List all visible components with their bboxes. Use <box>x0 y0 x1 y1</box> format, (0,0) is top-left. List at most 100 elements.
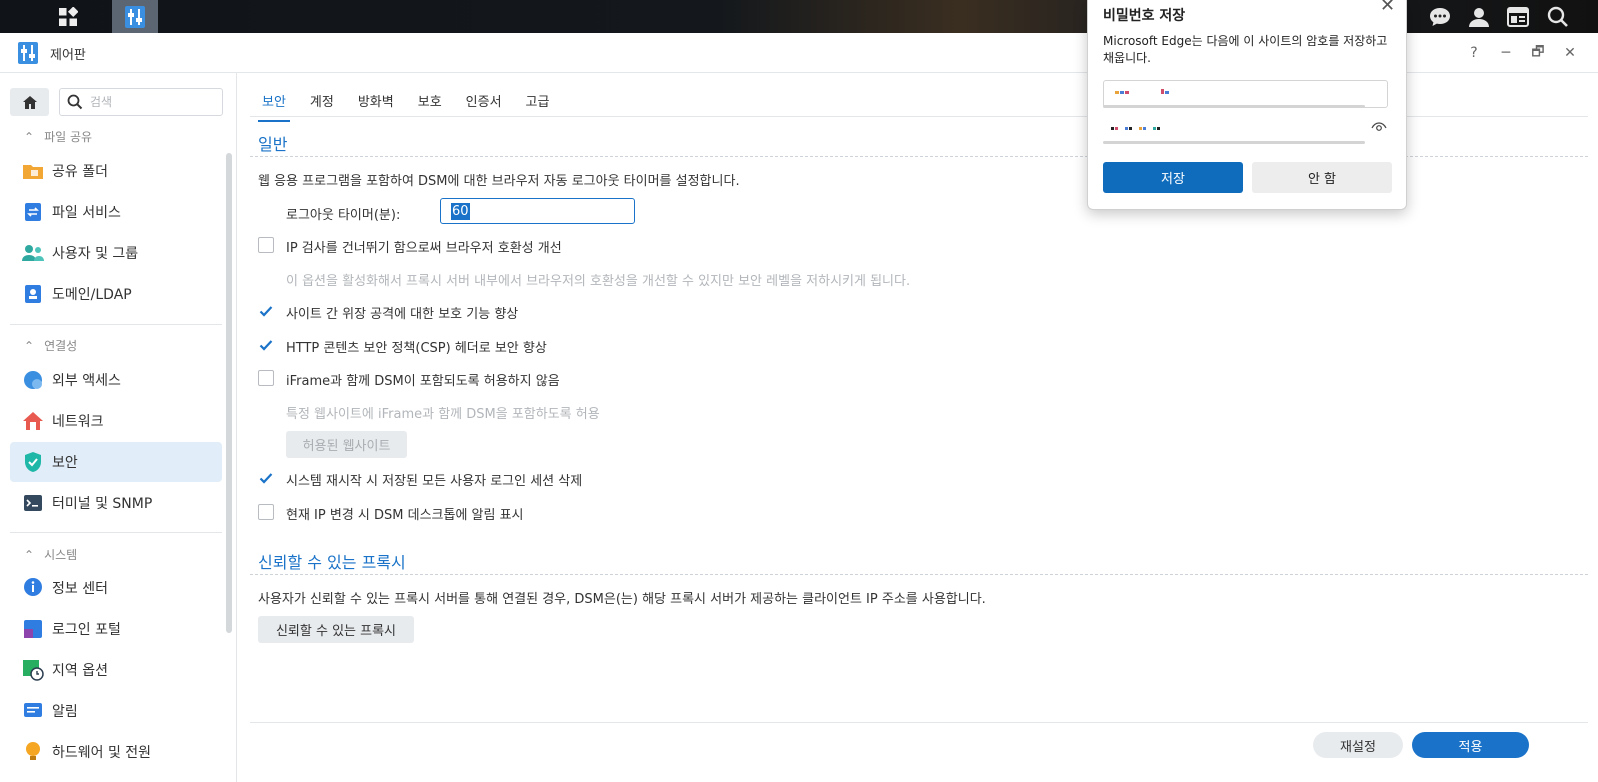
tab-bar: 보안 계정 방화벽 보호 인증서 고급 <box>250 88 562 122</box>
section-title-trusted-proxy: 신뢰할 수 있는 프록시 <box>258 553 406 572</box>
password-underline <box>1103 141 1365 144</box>
sidebar: ⌃ 파일 공유 공유 폴더 파일 서비스 사용자 및 그룹 도메인/LDAP ⌃… <box>0 73 237 782</box>
checkmark-icon <box>259 340 273 351</box>
proxy-description: 사용자가 신뢰할 수 있는 프록시 서버를 통해 연결된 경우, DSM은(는)… <box>258 592 986 607</box>
search-input[interactable] <box>88 92 217 112</box>
info-icon <box>22 577 44 599</box>
iframe-label: iFrame과 함께 DSM이 포함되도록 허용하지 않음 <box>286 374 560 389</box>
tab-advanced[interactable]: 고급 <box>514 88 562 118</box>
tab-account[interactable]: 계정 <box>298 88 346 118</box>
apps-grid-icon[interactable] <box>45 0 91 33</box>
save-password-button[interactable]: 저장 <box>1103 162 1243 193</box>
help-button[interactable]: ? <box>1463 42 1485 64</box>
maximize-button[interactable]: 🗗 <box>1527 42 1549 64</box>
ip-check-checkbox[interactable] <box>258 237 274 253</box>
widget-icon[interactable] <box>1498 0 1538 33</box>
allowed-websites-button[interactable]: 허용된 웹사이트 <box>286 431 407 458</box>
sidebar-item-external-access[interactable]: 외부 액세스 <box>10 360 222 400</box>
login-portal-icon <box>22 618 44 640</box>
username-field[interactable] <box>1103 80 1388 108</box>
popup-close-icon[interactable]: ✕ <box>1380 0 1395 16</box>
logout-timer-input[interactable]: 60 <box>440 198 635 224</box>
domain-icon <box>22 283 44 305</box>
ip-change-checkbox[interactable] <box>258 504 274 520</box>
logout-timer-value: 60 <box>451 203 470 220</box>
apply-button[interactable]: 적용 <box>1412 732 1529 758</box>
popup-description: Microsoft Edge는 다음에 이 사이트의 암호를 저장하고 채웁니다… <box>1103 34 1388 65</box>
show-password-eye-icon[interactable] <box>1371 121 1387 137</box>
csrf-checkbox[interactable] <box>258 303 274 319</box>
clear-sessions-label: 시스템 재시작 시 저장된 모든 사용자 로그인 세션 삭제 <box>286 474 583 489</box>
home-button[interactable] <box>10 88 49 116</box>
sidebar-item-notifications[interactable]: 알림 <box>10 691 222 731</box>
csp-label: HTTP 콘텐츠 보안 정책(CSP) 헤더로 보안 향상 <box>286 341 547 356</box>
chevron-up-icon: ⌃ <box>24 547 35 562</box>
ip-check-label: IP 검사를 건너뛰기 함으로써 브라우저 호환성 개선 <box>286 241 562 256</box>
sidebar-item-file-services[interactable]: 파일 서비스 <box>10 192 222 232</box>
section-file-sharing[interactable]: ⌃ 파일 공유 <box>24 128 92 145</box>
network-home-icon <box>22 410 44 432</box>
terminal-icon <box>22 492 44 514</box>
iframe-note: 특정 웹사이트에 iFrame과 함께 DSM을 포함하도록 허용 <box>286 407 600 422</box>
ip-check-note: 이 옵션을 활성화해서 프록시 서버 내부에서 브라우저의 호환성을 개선할 수… <box>286 274 911 289</box>
file-services-icon <box>22 201 44 223</box>
ip-change-label: 현재 IP 변경 시 DSM 데스크톱에 알림 표시 <box>286 508 524 523</box>
csrf-label: 사이트 간 위장 공격에 대한 보호 기능 향상 <box>286 307 519 322</box>
sidebar-item-domain-ldap[interactable]: 도메인/LDAP <box>10 274 222 314</box>
popup-title: 비밀번호 저장 <box>1103 8 1186 24</box>
trusted-proxy-button[interactable]: 신뢰할 수 있는 프록시 <box>258 616 414 643</box>
section-system[interactable]: ⌃ 시스템 <box>24 546 77 563</box>
never-save-button[interactable]: 안 함 <box>1252 162 1392 193</box>
search-box[interactable] <box>59 88 223 116</box>
search-icon[interactable] <box>1538 0 1578 33</box>
close-button[interactable]: ✕ <box>1559 42 1581 64</box>
chat-icon[interactable] <box>1420 0 1460 33</box>
sidebar-item-network[interactable]: 네트워크 <box>10 401 222 441</box>
section-connectivity[interactable]: ⌃ 연결성 <box>24 337 77 354</box>
tab-security[interactable]: 보안 <box>250 88 298 122</box>
password-field[interactable] <box>1103 116 1388 144</box>
tab-certificate[interactable]: 인증서 <box>454 88 514 118</box>
chevron-up-icon: ⌃ <box>24 129 35 144</box>
tab-firewall[interactable]: 방화벽 <box>346 88 406 118</box>
general-description: 웹 응용 프로그램을 포함하여 DSM에 대한 브라우저 자동 로그아웃 타이머… <box>258 174 740 189</box>
username-underline <box>1103 105 1365 108</box>
sidebar-item-shared-folder[interactable]: 공유 폴더 <box>10 151 222 191</box>
sidebar-item-regional-options[interactable]: 지역 옵션 <box>10 650 222 690</box>
divider <box>10 324 222 325</box>
section-title-general: 일반 <box>258 135 288 154</box>
footer-divider <box>250 722 1588 723</box>
search-icon <box>67 94 83 114</box>
save-password-popup: 비밀번호 저장 ✕ Microsoft Edge는 다음에 이 사이트의 암호를… <box>1087 0 1407 210</box>
sidebar-item-security[interactable]: 보안 <box>10 442 222 482</box>
notification-icon <box>22 700 44 722</box>
window-title: 제어판 <box>50 48 86 63</box>
external-access-icon <box>22 369 44 391</box>
checkmark-icon <box>259 473 273 484</box>
minimize-button[interactable]: ─ <box>1495 42 1517 64</box>
sidebar-item-users-groups[interactable]: 사용자 및 그룹 <box>10 233 222 273</box>
shield-icon <box>22 451 44 473</box>
section-divider <box>250 574 1588 575</box>
sidebar-item-hardware-power[interactable]: 하드웨어 및 전원 <box>10 732 222 772</box>
clear-sessions-checkbox[interactable] <box>258 470 274 486</box>
reset-button[interactable]: 재설정 <box>1313 732 1403 758</box>
chevron-up-icon: ⌃ <box>24 338 35 353</box>
regional-options-icon <box>22 659 44 681</box>
sidebar-item-terminal-snmp[interactable]: 터미널 및 SNMP <box>10 483 222 523</box>
users-icon <box>22 242 44 264</box>
home-icon <box>22 95 37 109</box>
sidebar-item-info-center[interactable]: 정보 센터 <box>10 568 222 608</box>
logout-timer-label: 로그아웃 타이머(분): <box>286 208 401 223</box>
control-panel-taskbar-icon[interactable] <box>112 0 158 33</box>
sidebar-item-login-portal[interactable]: 로그인 포털 <box>10 609 222 649</box>
lightbulb-icon <box>22 741 44 763</box>
sidebar-scrollbar[interactable] <box>226 153 232 633</box>
user-icon[interactable] <box>1459 0 1499 33</box>
tab-protection[interactable]: 보호 <box>406 88 454 118</box>
csp-checkbox[interactable] <box>258 337 274 353</box>
control-panel-icon <box>16 41 40 69</box>
folder-icon <box>22 160 44 182</box>
iframe-checkbox[interactable] <box>258 370 274 386</box>
checkmark-icon <box>259 306 273 317</box>
